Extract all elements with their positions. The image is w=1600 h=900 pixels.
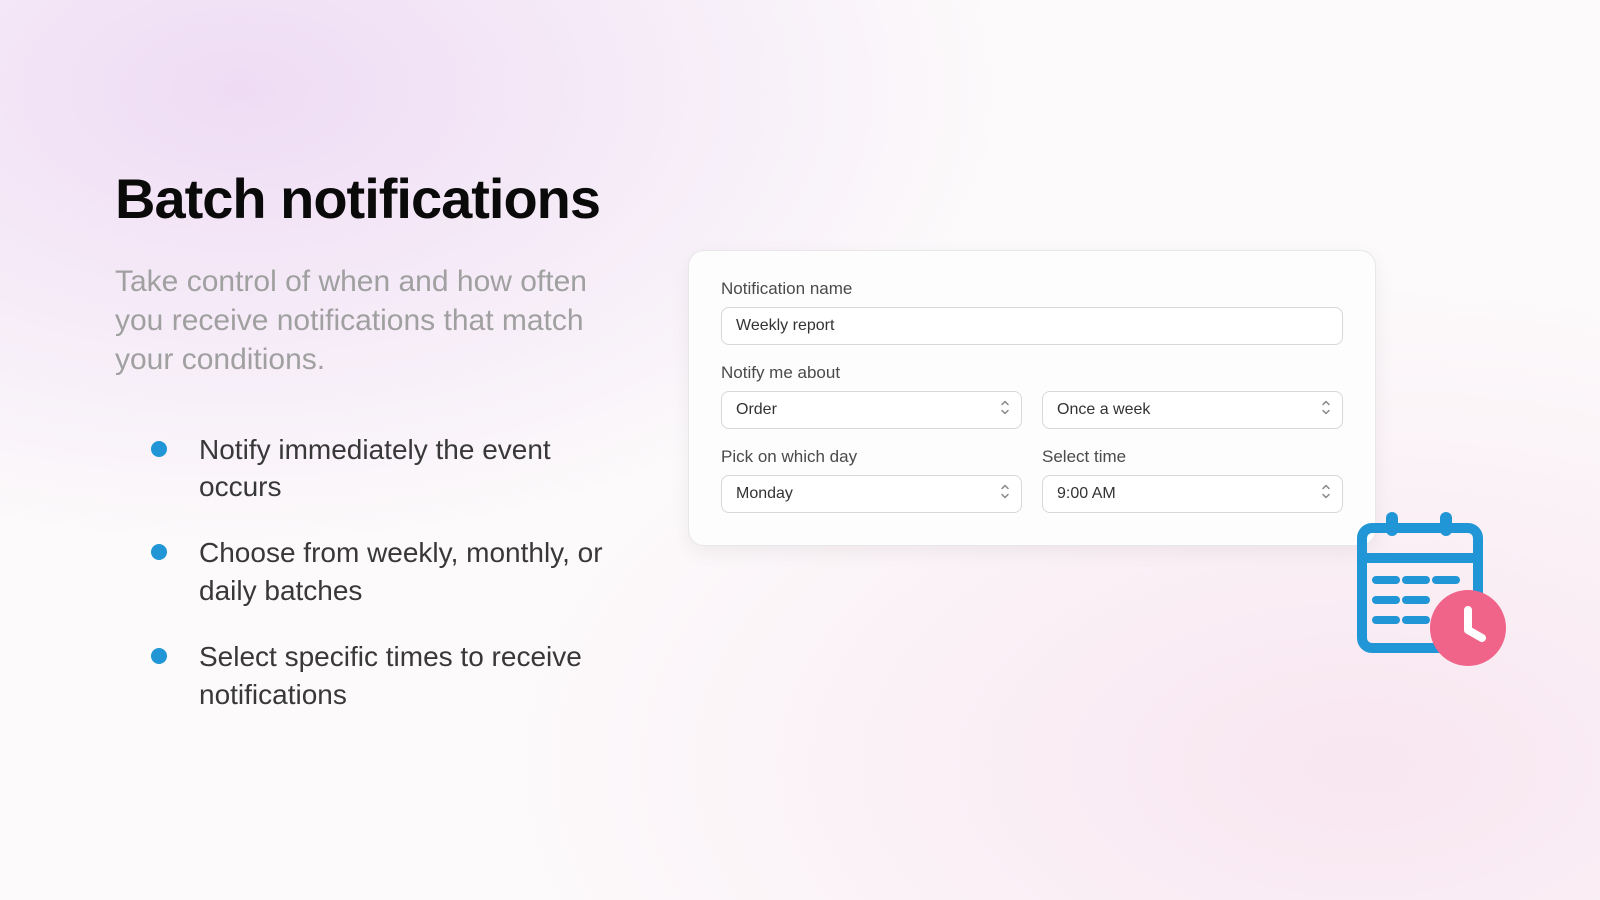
- day-select[interactable]: Monday: [721, 475, 1022, 513]
- feature-list: Notify immediately the event occurs Choo…: [151, 431, 635, 714]
- notify-about-label: Notify me about: [721, 363, 1022, 383]
- day-label: Pick on which day: [721, 447, 1022, 467]
- time-select[interactable]: 9:00 AM: [1042, 475, 1343, 513]
- frequency-label: [1042, 363, 1343, 383]
- notify-about-value: Order: [736, 401, 777, 419]
- page-title: Batch notifications: [115, 168, 635, 230]
- notify-about-select[interactable]: Order: [721, 391, 1022, 429]
- day-value: Monday: [736, 485, 793, 503]
- calendar-clock-icon: [1348, 510, 1508, 670]
- frequency-value: Once a week: [1057, 401, 1150, 419]
- time-label: Select time: [1042, 447, 1343, 467]
- time-value: 9:00 AM: [1057, 485, 1116, 503]
- notification-name-label: Notification name: [721, 279, 1343, 299]
- list-item: Choose from weekly, monthly, or daily ba…: [151, 534, 635, 610]
- frequency-select[interactable]: Once a week: [1042, 391, 1343, 429]
- notification-form-card: Notification name Notify me about Order …: [688, 250, 1376, 546]
- list-item: Select specific times to receive notific…: [151, 638, 635, 714]
- notification-name-input[interactable]: [721, 307, 1343, 345]
- page-subtitle: Take control of when and how often you r…: [115, 262, 635, 379]
- list-item: Notify immediately the event occurs: [151, 431, 635, 507]
